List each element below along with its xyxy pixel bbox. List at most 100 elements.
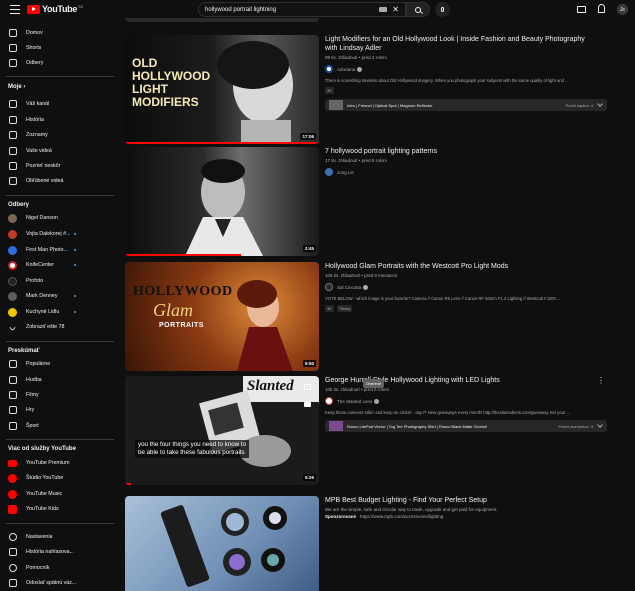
search-query[interactable]: hollywood portrait lightning (205, 7, 379, 13)
youtube-logo[interactable]: YouTube SK (27, 4, 83, 14)
chapters-text: Intro | Fresnel | Optical Spot | Magnum … (347, 102, 433, 108)
sidebar-item-subscriptions[interactable]: Odbery (0, 55, 118, 71)
sidebar-channel[interactable]: KnifeCenter (0, 257, 118, 273)
sidebar-channel[interactable]: Kuchyně Lidlu (0, 304, 118, 320)
sidebar-item-report-history[interactable]: História nahlasova... (0, 544, 118, 560)
channel-avatar (325, 65, 333, 73)
sidebar-item-history[interactable]: História (0, 112, 118, 128)
chapters-bar[interactable]: Intro | Fresnel | Optical Spot | Magnum … (325, 99, 607, 111)
video-meta: 17 tis. zhliadnutí • pred 8 rokmi (325, 158, 387, 163)
mute-icon[interactable] (304, 384, 311, 390)
watch-progress (125, 254, 242, 256)
sidebar-item-your-videos[interactable]: Vaše videá (0, 143, 118, 159)
sidebar-item-label: Nigel Danson (26, 215, 58, 221)
sidebar-item-sports[interactable]: Šport (0, 418, 118, 434)
chapters-count: Počet kapitol: 4 (565, 102, 593, 108)
sidebar-item-label: Kuchyně Lidlu (26, 309, 60, 315)
sidebar-item-studio[interactable]: Štúdio YouTube (0, 470, 118, 486)
section-heading-you[interactable]: Moje › (8, 84, 25, 90)
sports-icon (9, 422, 17, 430)
watch-progress (125, 142, 319, 144)
sidebar-item-trending[interactable]: Populárne (0, 356, 118, 372)
preview-progress (125, 483, 131, 485)
video-meta: 99 tis. zhliadnutí • pred 2 rokmi (325, 55, 387, 60)
sidebar-channel[interactable]: Nigel Danson (0, 210, 118, 226)
thumbnail-art (160, 505, 287, 587)
sidebar-item-shorts[interactable]: Shorts (0, 40, 118, 56)
sidebar-item-label: História (26, 117, 44, 123)
ad-thumbnail[interactable] (125, 496, 319, 591)
sidebar-item-label: Pomocník (26, 565, 50, 571)
clear-icon[interactable]: ✕ (392, 5, 399, 14)
video-title[interactable]: Hollywood Glam Portraits with the Westco… (325, 262, 615, 271)
help-icon (9, 564, 17, 572)
shorts-icon (9, 44, 17, 52)
sidebar-item-movies[interactable]: Filmy (0, 387, 118, 403)
video-title[interactable]: 7 hollywood portrait lighting patterns (325, 147, 615, 156)
sidebar-item-watch-later[interactable]: Pozrieť neskôr (0, 158, 118, 174)
thumbnail-title-line2: Glam (153, 300, 193, 320)
sidebar-item-gaming[interactable]: Hry (0, 402, 118, 418)
channel-avatar (8, 276, 17, 286)
ad-url: https://www.mpb.com/accessories/lighting (360, 514, 444, 519)
video-thumbnail[interactable]: HOLLYWOOD Glam PORTRAITS 6:50 (125, 262, 319, 371)
channel-link[interactable]: The Slanted Lens (325, 397, 615, 405)
sidebar-item-music[interactable]: Hudba (0, 372, 118, 388)
show-more-button[interactable]: Zobraziť ešte 78 (0, 319, 118, 335)
search-input[interactable]: hollywood portrait lightning ✕ (198, 2, 406, 17)
create-icon[interactable] (577, 6, 586, 13)
channel-link[interactable]: Jong Lin (325, 168, 615, 176)
new-content-dot (74, 233, 76, 235)
chevron-down-icon[interactable] (597, 101, 603, 107)
sidebar-item-playlists[interactable]: Zoznamy (0, 127, 118, 143)
video-description: Keep those cameras rollin' and keep on c… (325, 410, 570, 415)
playlists-icon (9, 131, 17, 139)
key-moments-bar[interactable]: Rosco LitePad Vector | Tog Tee Photograp… (325, 420, 607, 432)
sidebar-channel[interactable]: Profoto (0, 273, 118, 289)
video-thumbnail[interactable]: OLD HOLLYWOOD LIGHT MODIFIERS 17:06 (125, 35, 319, 144)
video-info: George Hurrell Style Hollywood Lighting … (325, 376, 615, 432)
sidebar-item-your-channel[interactable]: Váš kanál (0, 96, 118, 112)
keyboard-icon[interactable] (379, 7, 388, 12)
voice-search-button[interactable] (435, 2, 450, 17)
sidebar-item-label: Shorts (26, 45, 42, 51)
sidebar-channel[interactable]: First Man Photo... (0, 242, 118, 258)
video-title[interactable]: Light Modifiers for an Old Hollywood Loo… (325, 35, 615, 53)
captions-icon[interactable] (304, 402, 311, 407)
search-button[interactable] (406, 2, 430, 17)
video-thumbnail[interactable]: Slanted you the four things you need to … (125, 376, 319, 485)
sidebar-channel[interactable]: Mark Denney (0, 288, 118, 304)
sidebar-item-label: YouTube Kids (26, 506, 59, 512)
sidebar-channel[interactable]: Vojta Dalekorej #... (0, 226, 118, 242)
channel-link[interactable]: Sal Cincotta (325, 283, 615, 291)
sidebar-item-label: Obľúbené videá (26, 178, 64, 184)
sidebar-item-label: Populárne (26, 361, 51, 367)
badges: 4K Titulky (325, 305, 615, 312)
sidebar-item-help[interactable]: Pomocník (0, 560, 118, 576)
sidebar-item-premium[interactable]: YouTube Premium (0, 455, 118, 471)
sidebar-item-label: Profoto (26, 278, 44, 284)
avatar[interactable]: Jc (617, 4, 628, 15)
chevron-down-icon[interactable] (597, 422, 603, 428)
sidebar-item-home[interactable]: Domov (0, 25, 118, 41)
channel-name: Sal Cincotta (337, 284, 362, 290)
more-actions-icon[interactable]: ⋮ (597, 376, 605, 385)
sidebar-item-liked[interactable]: Obľúbené videá (0, 173, 118, 189)
video-thumbnail[interactable]: 3:45 (125, 147, 319, 256)
sidebar-item-feedback[interactable]: Odoslať spätnú väz... (0, 575, 118, 591)
section-heading-explore: Preskúmať (8, 348, 40, 354)
badge-4k: 4K (325, 87, 334, 94)
thumbnail-text: OLD HOLLYWOOD LIGHT MODIFIERS (132, 56, 211, 109)
sidebar-item-label: Odoslať spätnú väz... (26, 580, 77, 586)
ad-title[interactable]: MPB Best Budget Lighting - Find Your Per… (325, 496, 615, 505)
subscriptions-icon (9, 59, 17, 67)
sidebar-item-label: Domov (26, 30, 43, 36)
previous-thumbnail-edge[interactable] (125, 18, 319, 22)
menu-icon[interactable] (10, 5, 20, 14)
sidebar-item-settings[interactable]: Nastavenia (0, 529, 118, 545)
divider (6, 523, 114, 524)
notifications-icon[interactable] (598, 4, 605, 13)
sidebar-item-kids[interactable]: YouTube Kids (0, 501, 118, 517)
sidebar-item-music-app[interactable]: YouTube Music (0, 486, 118, 502)
channel-link[interactable]: Adorama (325, 65, 615, 73)
